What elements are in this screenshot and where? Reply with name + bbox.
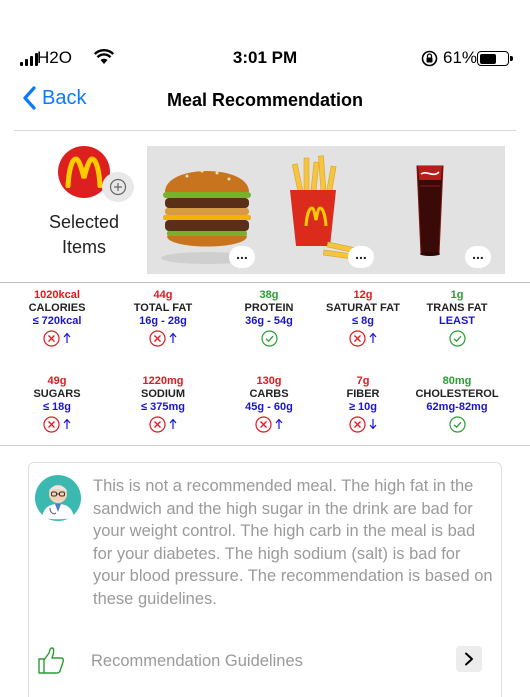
arrow-up-icon <box>63 418 71 429</box>
guidelines-open-button[interactable] <box>456 646 482 672</box>
nutrient-protein: 38g PROTEIN 36g - 54g <box>216 289 322 347</box>
nutrient-name: PROTEIN <box>244 302 294 314</box>
nutrient-name: SATURAT FAT <box>326 302 400 314</box>
nutrient-range: ≤ 8g <box>352 315 374 327</box>
x-circle-icon <box>43 329 60 347</box>
nutrient-value: 12g <box>353 289 373 301</box>
items-divider <box>0 282 530 283</box>
nutrient-status <box>110 415 216 433</box>
arrow-up-icon <box>169 418 177 429</box>
nutrient-saturated-fat: 12g SATURAT FAT ≤ 8g <box>310 289 416 347</box>
nutrient-status <box>310 415 416 433</box>
nutrient-status <box>404 415 510 433</box>
nutrient-name: SODIUM <box>141 388 185 400</box>
arrow-up-icon <box>169 332 177 343</box>
nutrient-range: 36g - 54g <box>245 315 293 327</box>
nutrient-carbs: 130g CARBS 45g - 60g <box>216 375 322 433</box>
nutrient-fiber: 7g FIBER ≥ 10g <box>310 375 416 433</box>
fries-item[interactable]: ... <box>266 146 385 274</box>
nutrient-range: ≤ 720kcal <box>32 315 82 327</box>
chevron-right-icon <box>465 652 473 666</box>
nutrient-cholesterol: 80mg CHOLESTEROL 62mg-82mg <box>404 375 510 433</box>
thumbs-up-icon <box>38 647 65 674</box>
nutrient-value: 49g <box>47 375 67 387</box>
nutrient-range: 16g - 28g <box>139 315 187 327</box>
nutrient-range: ≥ 10g <box>348 401 378 413</box>
x-circle-icon <box>43 415 60 433</box>
arrow-up-icon <box>369 332 377 343</box>
nutrient-range: LEAST <box>438 315 476 327</box>
cola-more-button[interactable]: ... <box>465 246 491 268</box>
recommendation-text: This is not a recommended meal. The high… <box>93 477 493 608</box>
nutrient-status <box>310 329 416 347</box>
nav-divider <box>14 130 516 131</box>
nutrient-name: SUGARS <box>33 388 81 400</box>
battery-icon <box>477 51 513 66</box>
navigation-bar: Back Meal Recommendation <box>0 76 530 131</box>
battery-percent: 61% <box>443 48 478 67</box>
rotation-lock-icon <box>421 50 438 67</box>
nutrient-range: 62mg-82mg <box>426 401 488 413</box>
doctor-avatar-icon <box>35 475 81 521</box>
nutrient-range: ≤ 18g <box>42 401 72 413</box>
check-circle-icon <box>448 329 466 347</box>
nutrient-range: 45g - 60g <box>245 401 293 413</box>
big-mac-more-button[interactable]: ... <box>229 246 255 268</box>
add-item-button[interactable] <box>102 172 134 202</box>
nutrient-name: CALORIES <box>28 302 86 314</box>
nutrient-name: CHOLESTEROL <box>415 388 499 400</box>
nutrient-value: 1020kcal <box>34 289 80 301</box>
status-bar: H2O 3:01 PM 61% <box>0 40 530 76</box>
check-circle-icon <box>448 415 466 433</box>
recommendation-guidelines-row[interactable]: Recommendation Guidelines <box>29 637 503 683</box>
nutrient-value: 44g <box>153 289 173 301</box>
nutrient-divider <box>0 445 530 446</box>
nutrient-status <box>404 329 510 347</box>
x-circle-icon <box>349 329 366 347</box>
selected-items-strip: ... ... ... <box>147 146 505 274</box>
arrow-down-icon <box>369 419 377 430</box>
fries-more-button[interactable]: ... <box>348 246 374 268</box>
guidelines-label: Recommendation Guidelines <box>91 652 303 670</box>
nutrient-total-fat: 44g TOTAL FAT 16g - 28g <box>110 289 216 347</box>
nutrient-calories: 1020kcal CALORIES ≤ 720kcal <box>4 289 110 347</box>
x-circle-icon <box>349 415 366 433</box>
nutrient-name: FIBER <box>346 388 380 400</box>
nutrient-status <box>110 329 216 347</box>
recommendation-card: This is not a recommended meal. The high… <box>28 462 502 697</box>
x-circle-icon <box>149 415 166 433</box>
nutrient-sugars: 49g SUGARS ≤ 18g <box>4 375 110 433</box>
page-title: Meal Recommendation <box>166 90 364 110</box>
nutrient-value: 130g <box>256 375 282 387</box>
arrow-up-icon <box>275 418 283 429</box>
nutrient-status <box>216 329 322 347</box>
nutrient-name: TOTAL FAT <box>133 302 193 314</box>
cola-item[interactable]: ... <box>385 146 504 274</box>
big-mac-item[interactable]: ... <box>147 146 266 274</box>
nutrient-value: 7g <box>356 375 370 387</box>
nutrient-status <box>4 329 110 347</box>
nutrient-value: 1220mg <box>142 375 184 387</box>
x-circle-icon <box>255 415 272 433</box>
nutrient-range: ≤ 375mg <box>141 401 185 413</box>
nutrient-status <box>216 415 322 433</box>
nutrient-name: TRANS FAT <box>426 302 488 314</box>
add-item-icon <box>109 178 127 196</box>
nutrient-status <box>4 415 110 433</box>
nutrient-trans-fat: 1g TRANS FAT LEAST <box>404 289 510 347</box>
nutrient-name: CARBS <box>249 388 289 400</box>
nutrient-value: 38g <box>259 289 279 301</box>
selected-items-label: Selected Items <box>48 212 120 257</box>
nutrient-value: 80mg <box>442 375 472 387</box>
check-circle-icon <box>260 329 278 347</box>
nutrient-value: 1g <box>450 289 464 301</box>
arrow-up-icon <box>63 332 71 343</box>
nutrient-sodium: 1220mg SODIUM ≤ 375mg <box>110 375 216 433</box>
x-circle-icon <box>149 329 166 347</box>
